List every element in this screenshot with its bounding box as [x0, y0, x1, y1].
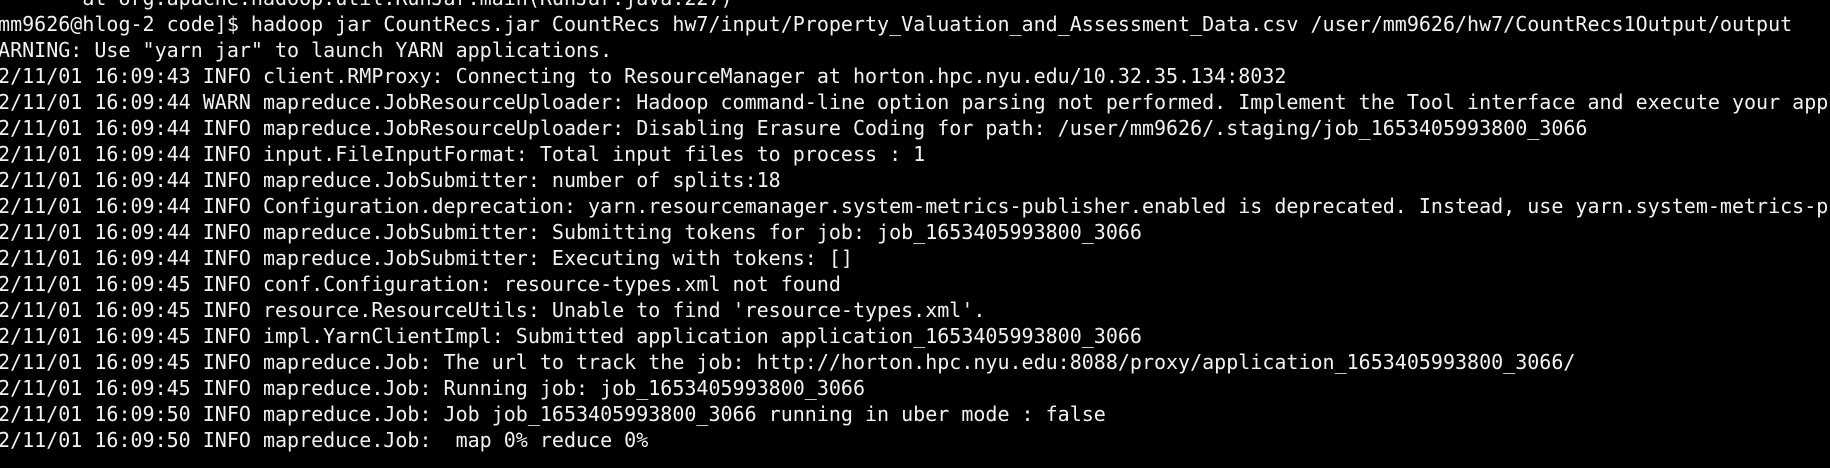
terminal-line: 22/11/01 16:09:50 INFO mapreduce.Job: ma… [0, 428, 649, 452]
terminal-output: at org.apache.hadoop.util.RunJar.main(Ru… [0, 0, 1830, 468]
terminal-line: at org.apache.hadoop.util.RunJar.main(Ru… [0, 0, 1830, 11]
terminal-line: WARNING: Use "yarn jar" to launch YARN a… [0, 38, 613, 62]
terminal-empty-line [0, 453, 1830, 468]
terminal-window[interactable]: at org.apache.hadoop.util.RunJar.main(Ru… [0, 0, 1830, 468]
terminal-line-command: [mm9626@hlog-2 code]$ hadoop jar CountRe… [0, 12, 1793, 36]
terminal-line: 22/11/01 16:09:44 INFO mapreduce.JobSubm… [0, 168, 781, 192]
terminal-line: 22/11/01 16:09:45 INFO mapreduce.Job: Ru… [0, 376, 865, 400]
terminal-line: 22/11/01 16:09:44 INFO mapreduce.JobSubm… [0, 220, 1142, 244]
terminal-line: 22/11/01 16:09:45 INFO mapreduce.Job: Th… [0, 350, 1576, 374]
terminal-line: 22/11/01 16:09:45 INFO conf.Configuratio… [0, 272, 841, 296]
terminal-line: 22/11/01 16:09:44 INFO input.FileInputFo… [0, 142, 926, 166]
terminal-line: 22/11/01 16:09:45 INFO impl.YarnClientIm… [0, 324, 1142, 348]
terminal-line: 22/11/01 16:09:50 INFO mapreduce.Job: Jo… [0, 402, 1106, 426]
terminal-line: 22/11/01 16:09:44 INFO mapreduce.JobReso… [0, 116, 1588, 140]
terminal-line: 22/11/01 16:09:44 INFO Configuration.dep… [0, 194, 1830, 218]
terminal-line: 22/11/01 16:09:45 INFO resource.Resource… [0, 298, 986, 322]
terminal-line: 22/11/01 16:09:43 INFO client.RMProxy: C… [0, 64, 1287, 88]
terminal-line: 22/11/01 16:09:44 INFO mapreduce.JobSubm… [0, 246, 853, 270]
terminal-line: 22/11/01 16:09:44 WARN mapreduce.JobReso… [0, 90, 1830, 114]
